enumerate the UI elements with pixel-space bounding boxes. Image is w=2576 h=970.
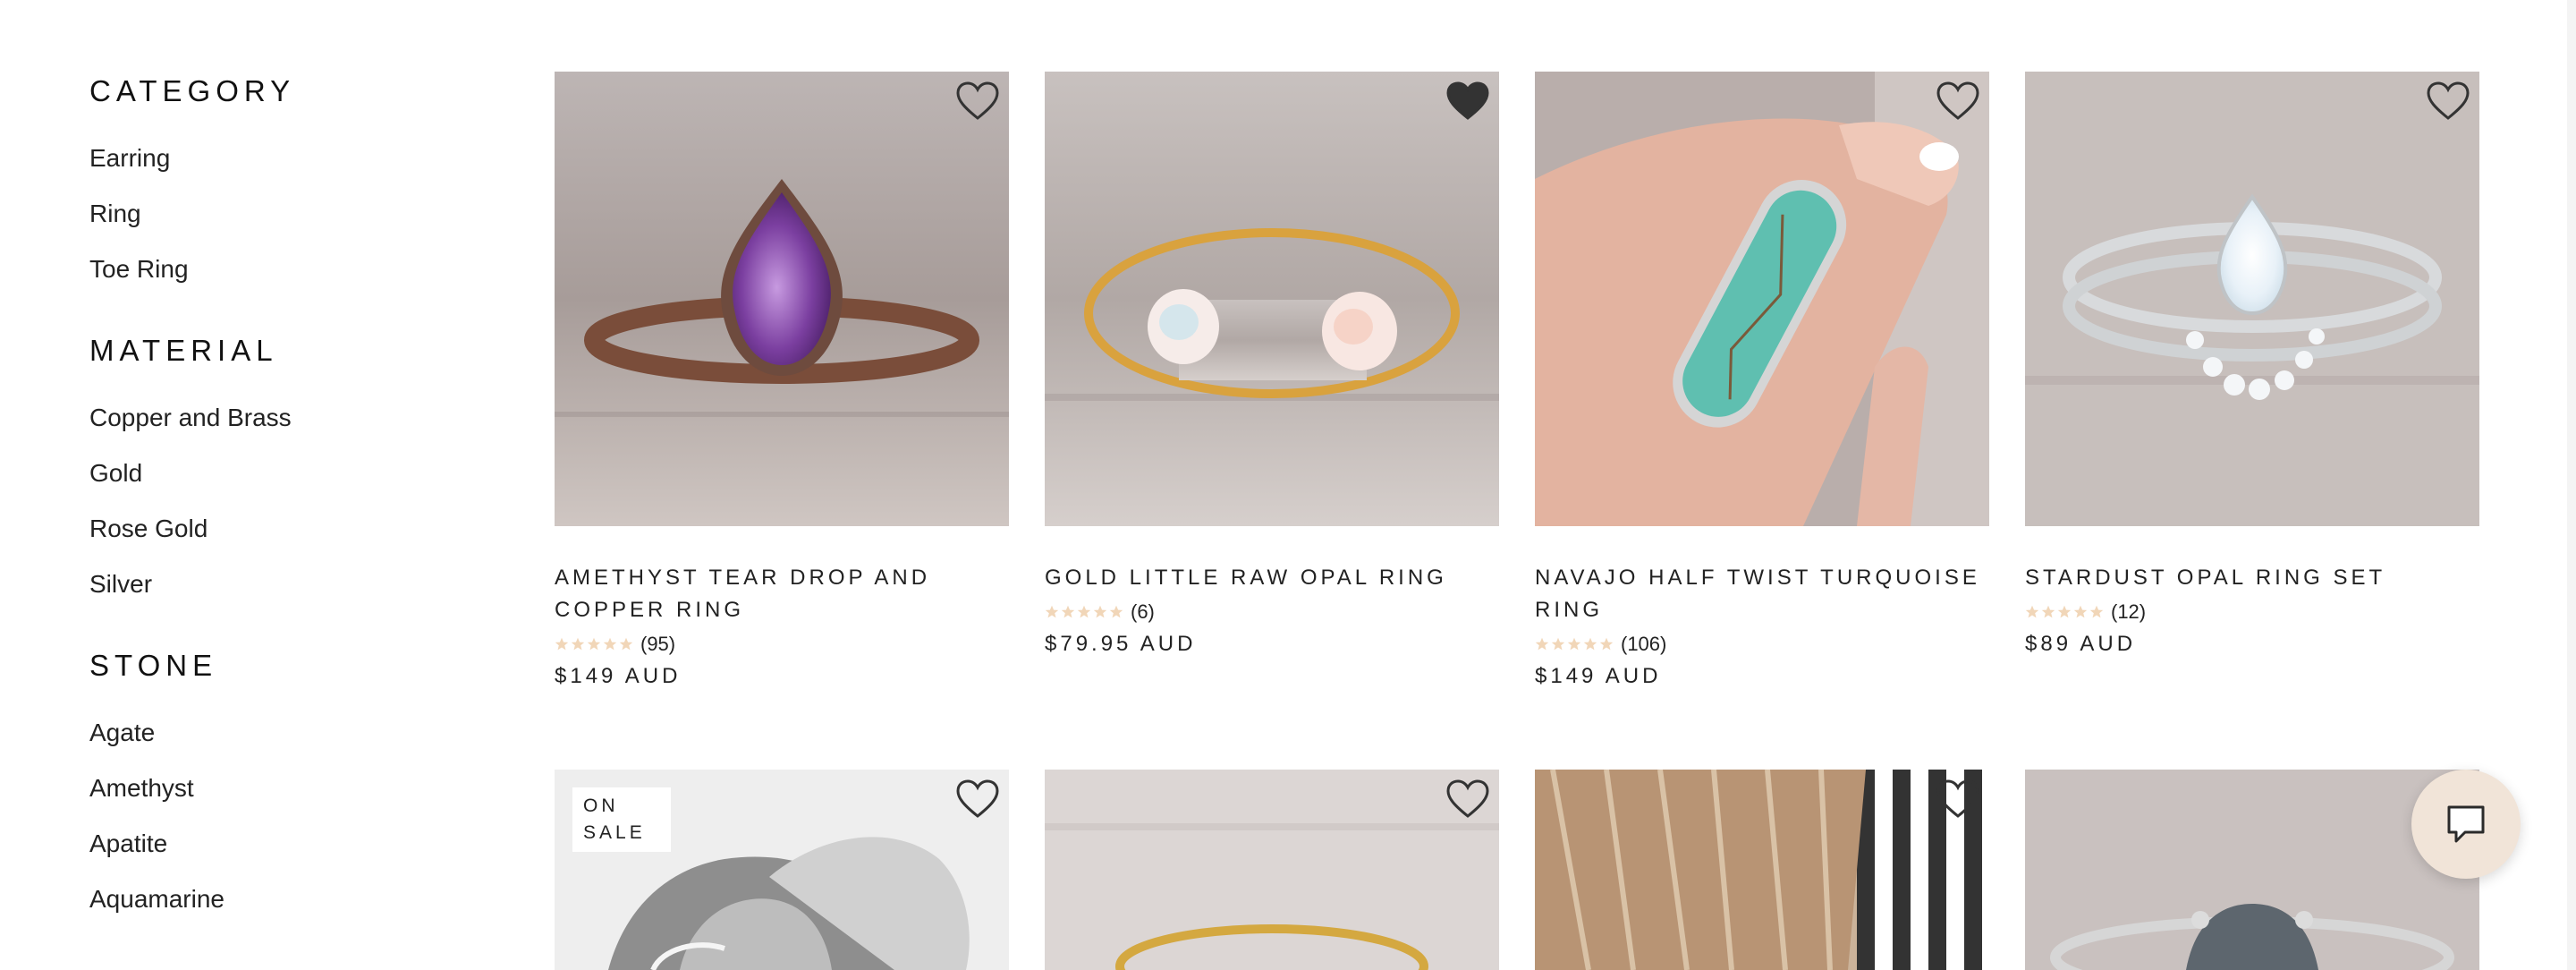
product-title[interactable]: STARDUST OPAL RING SET [2025,562,2479,594]
product-rating: (12) [2025,596,2479,628]
filter-group-category: CATEGORY Earring Ring Toe Ring [89,72,465,297]
product-rating: (106) [1535,628,1989,660]
product-card-stardust-opal[interactable]: STARDUST OPAL RING SET (12) $89 AUD [2025,72,2479,660]
star-icon [2041,605,2055,618]
grey-stone-ring-image [2025,770,2479,970]
star-icon [2073,605,2088,618]
product-card-row2-2[interactable] [1045,770,1499,970]
product-card-navajo-turquoise[interactable]: NAVAJO HALF TWIST TURQUOISE RING (106) $… [1535,72,1989,693]
star-icon [1077,605,1091,618]
filter-item-aquamarine[interactable]: Aquamarine [89,872,465,927]
heart-icon[interactable] [2426,81,2470,122]
product-image[interactable] [2025,72,2479,526]
heart-icon[interactable] [1936,779,1980,820]
filter-group-title: STONE [89,649,218,682]
heart-icon[interactable] [955,779,1000,820]
star-icon [1567,637,1581,651]
product-price: $89 AUD [2025,632,2137,656]
product-rating: (6) [1045,596,1499,628]
star-rating [555,637,633,651]
star-rating [1535,637,1614,651]
rating-count: (95) [640,633,676,655]
scrollbar-track[interactable] [2567,0,2576,970]
star-icon [603,637,617,651]
product-title[interactable]: GOLD LITTLE RAW OPAL RING [1045,562,1499,594]
hair-model-image [1535,770,1989,970]
star-rating [2025,605,2104,619]
gold-ring-image [1045,770,1499,970]
product-image[interactable] [2025,770,2479,970]
filter-item-agate[interactable]: Agate [89,705,465,761]
star-rating [1045,605,1123,619]
filter-item-silver[interactable]: Silver [89,557,465,612]
star-icon [1109,605,1123,618]
heart-icon[interactable] [1936,81,1980,122]
rating-count: (12) [2111,600,2147,623]
filter-item-gold[interactable]: Gold [89,446,465,501]
filter-group-material: MATERIAL Copper and Brass Gold Rose Gold… [89,331,465,612]
product-image[interactable] [1045,72,1499,526]
filter-item-amethyst[interactable]: Amethyst [89,761,465,816]
filter-group-stone: STONE Agate Amethyst Apatite Aquamarine [89,646,465,927]
product-card-row2-4[interactable] [2025,770,2479,970]
rating-count: (6) [1131,600,1155,623]
product-card-gold-opal[interactable]: GOLD LITTLE RAW OPAL RING (6) $79.95 AUD [1045,72,1499,660]
star-icon [587,637,601,651]
filter-sidebar: CATEGORY Earring Ring Toe Ring MATERIAL … [89,72,465,961]
filter-item-toe-ring[interactable]: Toe Ring [89,242,465,297]
star-icon [2089,605,2104,618]
star-icon [1551,637,1565,651]
heart-icon[interactable] [1445,81,1490,122]
star-icon [1599,637,1614,651]
filter-item-copper-and-brass[interactable]: Copper and Brass [89,390,465,446]
chat-bubble-icon [2447,805,2485,843]
star-icon [571,637,585,651]
product-rating: (95) [555,628,1009,660]
heart-icon[interactable] [1445,779,1490,820]
filter-group-title: CATEGORY [89,74,296,107]
product-image[interactable] [1535,770,1989,970]
product-price: $149 AUD [555,664,682,688]
product-card-amethyst[interactable]: AMETHYST TEAR DROP AND COPPER RING (95) … [555,72,1009,693]
product-card-row2-3[interactable] [1535,770,1989,970]
gold-opal-ring-image [1045,72,1499,526]
product-card-row2-1[interactable]: ON SALE [555,770,1009,970]
star-icon [619,637,633,651]
turquoise-ring-image [1535,72,1989,526]
star-icon [2057,605,2072,618]
heart-icon[interactable] [955,81,1000,122]
filter-group-title: MATERIAL [89,334,278,367]
product-image[interactable] [555,72,1009,526]
product-image[interactable] [1535,72,1989,526]
filter-item-earring[interactable]: Earring [89,131,465,186]
product-title[interactable]: AMETHYST TEAR DROP AND COPPER RING [555,562,1009,626]
star-icon [1093,605,1107,618]
on-sale-badge: ON SALE [572,787,671,852]
star-icon [2025,605,2039,618]
product-price: $79.95 AUD [1045,632,1197,656]
stardust-ring-set-image [2025,72,2479,526]
product-image[interactable] [1045,770,1499,970]
star-icon [1045,605,1059,618]
star-icon [1583,637,1597,651]
star-icon [1061,605,1075,618]
chat-button[interactable] [2411,770,2521,879]
filter-item-rose-gold[interactable]: Rose Gold [89,501,465,557]
product-image[interactable]: ON SALE [555,770,1009,970]
filter-item-apatite[interactable]: Apatite [89,816,465,872]
star-icon [555,637,569,651]
filter-item-ring[interactable]: Ring [89,186,465,242]
rating-count: (106) [1621,633,1667,655]
product-price: $149 AUD [1535,664,1662,688]
star-icon [1535,637,1549,651]
amethyst-ring-image [555,72,1009,526]
product-title[interactable]: NAVAJO HALF TWIST TURQUOISE RING [1535,562,1989,626]
